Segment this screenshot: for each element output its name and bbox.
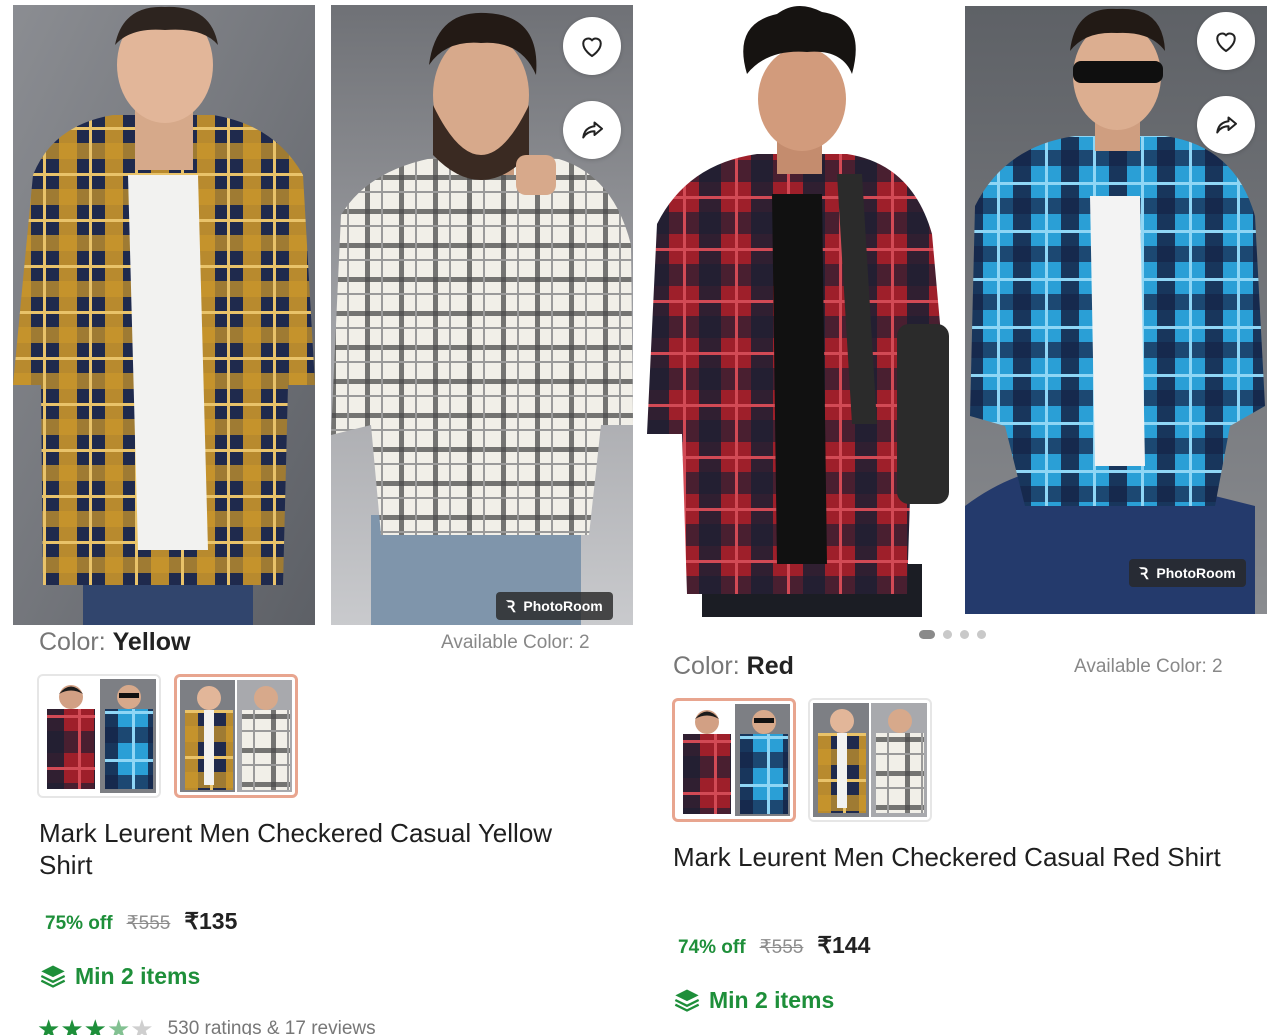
photoroom-logo-icon: Ꝛ — [506, 599, 516, 616]
sale-price: ₹135 — [184, 908, 238, 934]
carousel-dot[interactable] — [960, 630, 969, 639]
color-selector-label: Color: Yellow — [39, 628, 190, 657]
color-value: Red — [746, 652, 794, 680]
color-swatch-red-blue[interactable] — [672, 698, 796, 822]
watermark-text: PhotoRoom — [523, 598, 603, 614]
share-icon — [1216, 116, 1237, 134]
min-items-badge: Min 2 items — [39, 962, 200, 990]
product-title[interactable]: Mark Leurent Men Checkered Casual Red Sh… — [673, 841, 1233, 873]
color-swatch-red-blue[interactable] — [37, 674, 161, 798]
model-photo — [331, 5, 633, 625]
photoroom-logo-icon: Ꝛ — [1139, 566, 1149, 583]
available-colors: Available Color: 2 — [1074, 656, 1223, 677]
product-title[interactable]: Mark Leurent Men Checkered Casual Yellow… — [39, 817, 599, 881]
star-icon: ★ — [130, 1014, 154, 1035]
discount-percent: 74% off — [678, 937, 746, 958]
discount-percent: 75% off — [45, 913, 113, 934]
swatch-thumb — [683, 710, 731, 814]
photoroom-watermark: Ꝛ PhotoRoom — [1129, 559, 1246, 587]
product-image-red-shirt[interactable] — [647, 4, 949, 617]
ratings-row[interactable]: ★ ★ ★ ★ ★ 530 ratings & 17 reviews — [37, 1016, 376, 1035]
min-items-text: Min 2 items — [75, 962, 201, 989]
color-label: Color: — [39, 628, 106, 656]
photoroom-watermark: Ꝛ PhotoRoom — [496, 592, 613, 620]
swatch-thumb — [105, 685, 153, 789]
model-photo — [647, 4, 949, 617]
model-photo — [13, 5, 315, 625]
price-row: 74% off ₹555 ₹144 — [678, 932, 870, 959]
product-image-blue-shirt[interactable]: Ꝛ PhotoRoom — [965, 6, 1267, 614]
available-colors: Available Color: 2 — [441, 632, 590, 653]
layers-icon — [40, 965, 66, 988]
wishlist-button[interactable] — [563, 17, 621, 75]
heart-icon — [1216, 32, 1236, 53]
star-rating: ★ ★ ★ ★ ★ — [37, 1016, 154, 1035]
share-button[interactable] — [563, 101, 621, 159]
heart-icon — [582, 37, 602, 58]
swatch-thumb — [818, 709, 866, 813]
swatch-thumb — [185, 686, 233, 790]
carousel-dot[interactable] — [943, 630, 952, 639]
product-image-yellow-shirt[interactable] — [13, 5, 315, 625]
color-label: Color: — [673, 652, 740, 680]
swatch-thumb — [47, 685, 95, 789]
carousel-indicator[interactable] — [919, 630, 986, 639]
share-icon — [582, 121, 603, 139]
original-price: ₹555 — [759, 937, 804, 958]
color-selector-label: Color: Red — [673, 652, 794, 681]
min-items-text: Min 2 items — [709, 986, 835, 1013]
star-icon: ★ — [106, 1014, 131, 1035]
layers-icon — [674, 989, 700, 1012]
price-row: 75% off ₹555 ₹135 — [45, 908, 237, 935]
share-button[interactable] — [1197, 96, 1255, 154]
product-image-white-shirt[interactable]: Ꝛ PhotoRoom — [331, 5, 633, 625]
color-swatch-yellow-white[interactable] — [174, 674, 298, 798]
carousel-dot[interactable] — [919, 630, 935, 639]
product-card-yellow[interactable]: Ꝛ PhotoRoom Color: Yellow Available Colo… — [0, 0, 634, 1035]
wishlist-button[interactable] — [1197, 12, 1255, 70]
star-icon: ★ — [37, 1014, 61, 1035]
swatch-thumb — [242, 686, 290, 790]
color-value: Yellow — [112, 628, 191, 656]
carousel-dot[interactable] — [977, 630, 986, 639]
star-icon: ★ — [83, 1014, 107, 1035]
min-items-badge: Min 2 items — [673, 986, 834, 1014]
swatch-thumb — [740, 710, 788, 814]
star-icon: ★ — [60, 1014, 84, 1035]
original-price: ₹555 — [126, 913, 171, 934]
product-card-red[interactable]: Ꝛ PhotoRoom Color: Red Available Color: … — [646, 0, 1280, 1035]
ratings-text: 530 ratings & 17 reviews — [167, 1018, 376, 1035]
sale-price: ₹144 — [817, 932, 871, 958]
color-swatch-yellow-white[interactable] — [808, 698, 932, 822]
watermark-text: PhotoRoom — [1156, 565, 1236, 581]
swatch-thumb — [876, 709, 924, 813]
